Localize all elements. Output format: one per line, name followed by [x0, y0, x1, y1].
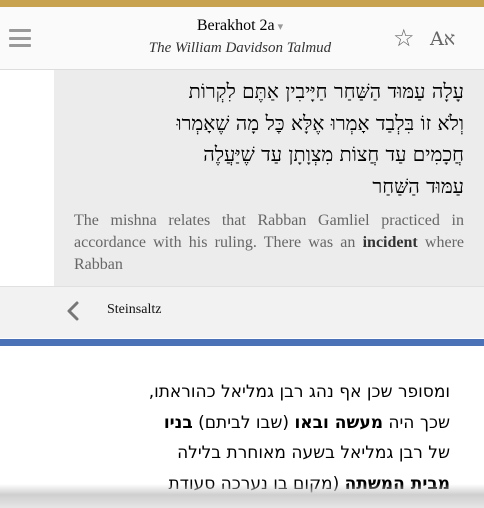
commentary-name: Steinsaltz	[107, 302, 162, 317]
hebrew-line: חֲכָמִים עַד חֲצוֹת מִצְוָתָן עַד שֶׁיַּ…	[203, 142, 464, 166]
menu-icon[interactable]	[9, 29, 31, 47]
connections-bar: Steinsaltz	[0, 286, 484, 338]
hebrew-line: וְלֹא זוֹ בִּלְבַד אָמְרוּ אֶלָּא כׇּל מ…	[176, 110, 464, 135]
english-bold-term: incident	[362, 234, 418, 251]
language-toggle-icon[interactable]: Aא	[430, 28, 455, 50]
text-title-dropdown[interactable]: Berakhot 2a ▾	[120, 17, 360, 35]
commentary-line: של רבן גמליאל בשעה מאוחרת בלילה	[177, 443, 450, 463]
chevron-down-icon: ▾	[277, 21, 284, 33]
commentary-divider	[0, 339, 484, 346]
star-icon[interactable]: ☆	[393, 25, 415, 51]
hebrew-text: עָלָה עַמּוּד הַשַּׁחַר חַיָּיבִין אַתֶּ…	[74, 76, 464, 202]
text-segment-highlighted[interactable]: עָלָה עַמּוּד הַשַּׁחַר חַיָּיבִין אַתֶּ…	[54, 70, 484, 286]
hebrew-line: עַמּוּד הַשַּׁחַר	[372, 173, 464, 198]
hebrew-line: עָלָה עַמּוּד הַשַּׁחַר חַיָּיבִין אַתֶּ…	[188, 79, 464, 103]
commentary-line: ומסופר שכן אף נהג רבן גמליאל כהוראתו,	[148, 382, 450, 402]
top-accent-strip	[0, 0, 484, 7]
english-translation: The mishna relates that Rabban Gamliel p…	[74, 210, 464, 276]
scroll-fade-shadow	[0, 484, 484, 508]
commentary-line: שכך היה מעשה ובאו (שבו לביתם) בניו	[163, 412, 450, 433]
reader-header: Berakhot 2a ▾ The William Davidson Talmud…	[0, 7, 484, 70]
page-title: Berakhot 2a	[196, 17, 275, 34]
commentary-text: ומסופר שכן אף נהג רבן גמליאל כהוראתו, שכ…	[20, 377, 450, 499]
edition-subtitle: The William Davidson Talmud	[148, 40, 332, 56]
chevron-left-icon[interactable]	[62, 299, 86, 323]
